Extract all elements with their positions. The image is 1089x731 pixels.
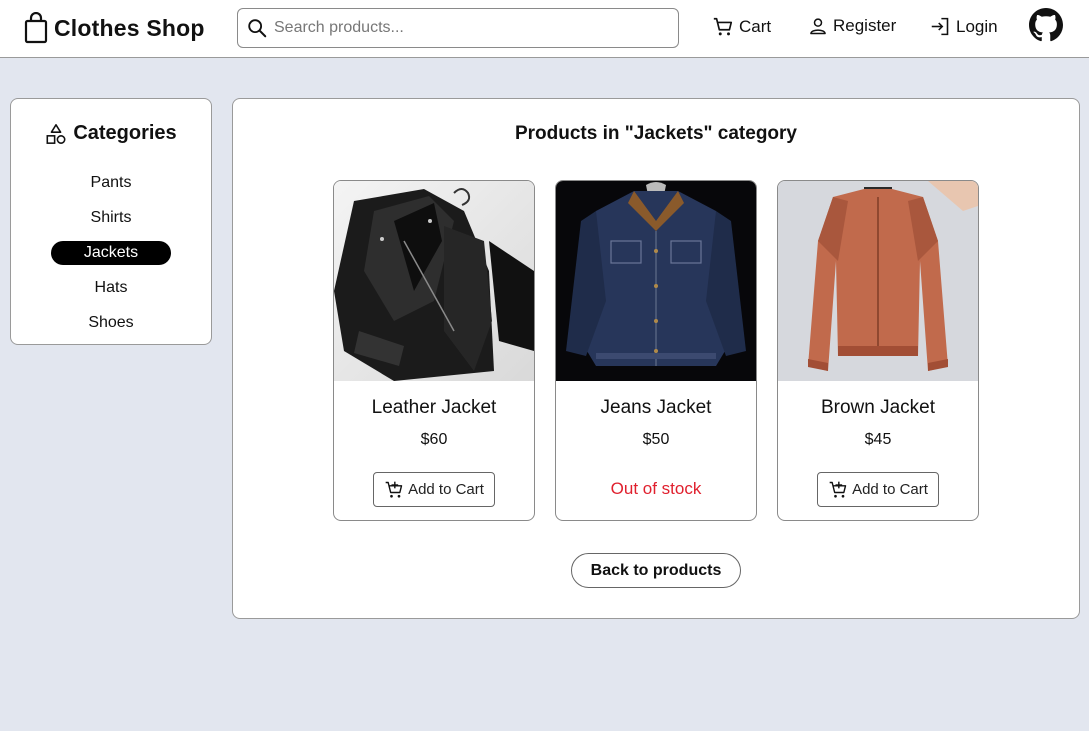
product-price: $60 (420, 431, 448, 448)
top-navbar: Clothes Shop Cart Register Login (0, 0, 1089, 58)
search-box (237, 8, 679, 48)
sidebar-header: Categories (11, 122, 211, 145)
product-name: Brown Jacket (820, 397, 936, 418)
brown-jacket-image[interactable] (778, 181, 978, 381)
brand-logo-link[interactable]: Clothes Shop (24, 12, 205, 44)
category-link-pants[interactable]: Pants (81, 172, 142, 194)
cart-icon (713, 17, 733, 36)
jeans-jacket-image[interactable] (556, 181, 756, 381)
sidebar-title: Categories (73, 122, 177, 144)
product-card-leather-jacket: Leather Jacket $60 Add to Cart (333, 180, 535, 521)
user-icon (810, 18, 826, 35)
category-link-shoes[interactable]: Shoes (78, 312, 143, 334)
nav-cart-link[interactable]: Cart (712, 16, 771, 38)
category-list: Pants Shirts Jackets Hats Shoes (11, 165, 211, 340)
category-item-pants: Pants (11, 165, 211, 200)
leather-jacket-image[interactable] (334, 181, 534, 381)
add-to-cart-label: Add to Cart (408, 481, 484, 498)
category-item-hats: Hats (11, 270, 211, 305)
page-title: Products in "Jackets" category (514, 123, 797, 144)
github-icon (1029, 8, 1063, 42)
add-to-cart-button[interactable]: Add to Cart (817, 472, 939, 507)
add-to-cart-icon (829, 481, 847, 498)
add-to-cart-label: Add to Cart (852, 481, 928, 498)
add-to-cart-button[interactable]: Add to Cart (373, 472, 495, 507)
out-of-stock-label: Out of stock (610, 479, 702, 498)
shapes-icon (46, 123, 66, 144)
login-icon (931, 17, 949, 36)
nav-login-link[interactable]: Login (930, 16, 998, 37)
nav-login-label: Login (956, 16, 998, 36)
category-link-hats[interactable]: Hats (85, 277, 138, 299)
nav-register-label: Register (833, 16, 897, 35)
category-link-shirts[interactable]: Shirts (81, 207, 142, 229)
category-item-shoes: Shoes (11, 305, 211, 340)
category-item-jackets: Jackets (11, 235, 211, 270)
products-panel: Products in "Jackets" category Leather J… (232, 98, 1080, 619)
product-price: $45 (864, 431, 892, 448)
product-name: Jeans Jacket (600, 397, 712, 418)
github-link[interactable] (1029, 8, 1063, 47)
search-icon (248, 19, 267, 38)
brand-title: Clothes Shop (54, 14, 205, 41)
category-item-shirts: Shirts (11, 200, 211, 235)
categories-sidebar: Categories Pants Shirts Jackets Hats Sho… (10, 98, 212, 345)
nav-register-link[interactable]: Register (808, 16, 896, 36)
add-to-cart-icon (385, 481, 403, 498)
search-input[interactable] (274, 19, 664, 37)
nav-cart-label: Cart (739, 17, 772, 36)
product-card-brown-jacket: Brown Jacket $45 Add to Cart (777, 180, 979, 521)
product-name: Leather Jacket (371, 397, 497, 418)
shopping-bag-icon (24, 12, 48, 44)
back-to-products-button[interactable]: Back to products (571, 553, 741, 588)
product-card-jeans-jacket: Jeans Jacket $50 Out of stock (555, 180, 757, 521)
category-link-jackets[interactable]: Jackets (51, 240, 171, 265)
product-price: $50 (642, 431, 670, 448)
